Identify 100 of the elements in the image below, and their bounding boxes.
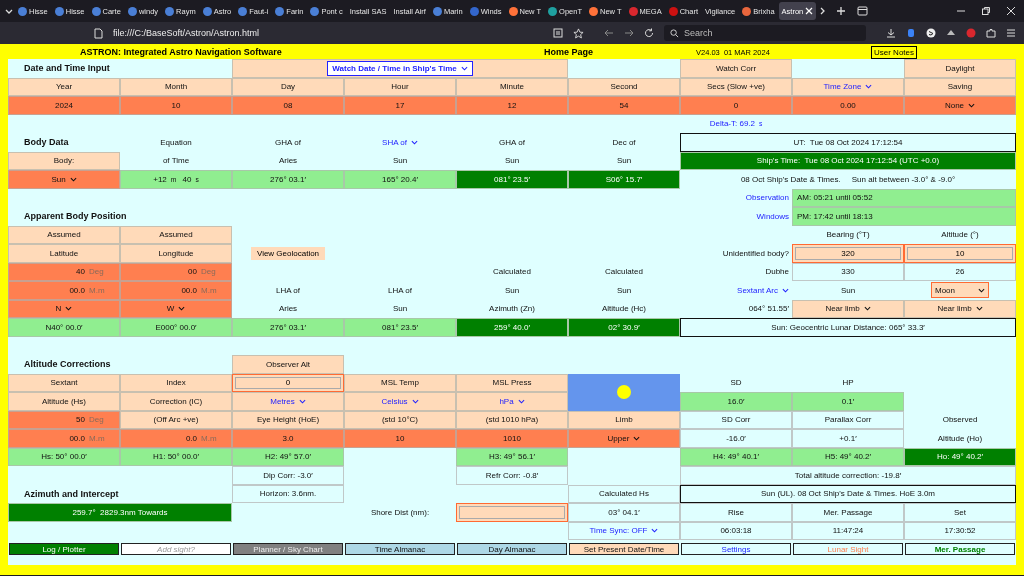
table-cell: Body:: [8, 151, 120, 170]
nav-button[interactable]: Time Almanac: [345, 543, 455, 555]
table-cell: PM: 17:42 until 18:13: [792, 207, 1016, 226]
label: Altitude (Hc): [601, 303, 647, 316]
dropdown[interactable]: Near limb: [904, 299, 1016, 318]
table-cell: Sextant: [8, 373, 120, 392]
value-text: 00.0: [180, 285, 197, 295]
section-heading: Apparent Body Position: [23, 210, 128, 224]
table-cell: MSL Temp: [344, 373, 456, 392]
table-cell: Set: [904, 503, 1016, 522]
dropdown[interactable]: Time Zone: [823, 82, 873, 92]
input-field[interactable]: 320: [795, 247, 901, 260]
url-field[interactable]: file:///C:/BaseSoft/Astron/Astron.html: [113, 28, 543, 38]
table-cell: 330: [792, 262, 904, 281]
label: Aries: [277, 303, 299, 316]
label: Sun: [503, 155, 521, 168]
nav-button[interactable]: Day Almanac: [457, 543, 567, 555]
app-title: ASTRON: Integrated Astro Navigation Software: [80, 47, 283, 57]
input-field[interactable]: 0: [235, 376, 341, 389]
unit-label: M.m: [89, 433, 106, 443]
table-cell: 081° 23.5′: [344, 318, 456, 337]
table-cell: 3.0: [232, 429, 344, 448]
table-cell: +0.1′: [792, 429, 904, 448]
nav-button[interactable]: Planner / Sky Chart: [233, 543, 343, 555]
unit-label: M.m: [89, 285, 106, 295]
table-cell: 2024: [8, 96, 120, 115]
dropdown[interactable]: Moon: [931, 282, 989, 299]
table-cell: 11:47:24: [792, 521, 904, 540]
user-notes-button[interactable]: User Notes: [871, 45, 917, 59]
label: Sun: [615, 284, 633, 297]
table-cell: MSL Press: [456, 373, 568, 392]
label: SD: [729, 377, 743, 390]
table-cell: SD Corr: [680, 410, 792, 429]
dropdown[interactable]: Metres: [270, 396, 306, 406]
dropdown[interactable]: SHA of: [382, 137, 418, 147]
unit-label: Deg: [89, 415, 105, 425]
table-cell: 12: [456, 96, 568, 115]
table-cell: 10: [344, 429, 456, 448]
label: GHA of: [274, 136, 302, 149]
nav-button[interactable]: Settings: [681, 543, 791, 555]
dropdown[interactable]: Near limb: [792, 299, 904, 318]
table-cell: Calculated Hs: [568, 484, 680, 503]
value-text: 00.0: [68, 285, 85, 295]
table-cell: Correction (IC): [120, 392, 232, 411]
value-text: 40: [75, 267, 85, 277]
input-field[interactable]: 10: [907, 247, 1013, 260]
table-cell: 259° 40.0′: [456, 318, 568, 337]
dropdown[interactable]: Time Sync: OFF: [589, 526, 659, 536]
table-cell: AM: 05:21 until 05:52: [792, 188, 1016, 207]
nav-button[interactable]: Log / Plotter: [9, 543, 119, 555]
table-cell: -16.0′: [680, 429, 792, 448]
unit-label: Deg: [201, 267, 217, 277]
table-cell: 03° 04.1′: [568, 503, 680, 522]
section-heading: Azimuth and Intercept: [23, 487, 120, 501]
link[interactable]: Observation: [680, 188, 792, 207]
search-field[interactable]: Search: [664, 25, 866, 41]
info-banner: Sun: Geocentric Lunar Distance: 065° 33.3′: [680, 318, 1016, 337]
info-banner: UT: Tue 08 Oct 2024 17:12:54: [680, 133, 1016, 152]
dropdown[interactable]: Celsius: [381, 396, 419, 406]
label: Altitude (°): [940, 229, 980, 242]
nav-button[interactable]: Set Present Date/Time: [569, 543, 679, 555]
table-cell: 10: [120, 96, 232, 115]
nav-button[interactable]: Mer. Passage: [905, 543, 1015, 555]
table-cell: 0: [680, 96, 792, 115]
label: LHA of: [387, 284, 413, 297]
dropdown[interactable]: Upper: [568, 429, 680, 448]
value-text: 00.0: [68, 433, 85, 443]
dropdown[interactable]: Sun: [8, 170, 120, 189]
table-cell: 16.0′: [680, 392, 792, 411]
table-cell: Ho: 49° 40.2′: [904, 447, 1016, 466]
value-text: 00: [187, 267, 197, 277]
label: Calculated: [604, 266, 644, 279]
label: Azimuth (Zn): [488, 303, 536, 316]
table-cell: Assumed: [120, 225, 232, 244]
label: Dubhe: [764, 266, 790, 279]
table-cell: Longitude: [120, 244, 232, 263]
label: Sun: [391, 303, 409, 316]
table-cell: Second: [568, 77, 680, 96]
dropdown[interactable]: hPa: [499, 396, 525, 406]
table-cell: 165° 20.4′: [344, 170, 456, 189]
geolocation-button[interactable]: View Geolocation: [250, 246, 326, 260]
unit-label: Deg: [89, 267, 105, 277]
dropdown[interactable]: Watch Date / Time in Ship's Time: [327, 60, 473, 76]
table-cell: Parallax Corr: [792, 410, 904, 429]
label: Sun: [615, 155, 633, 168]
label: Sun: [503, 284, 521, 297]
dropdown[interactable]: Sextant Arc: [737, 285, 789, 295]
table-cell: S06° 15.7′: [568, 170, 680, 189]
table-cell: 0.00: [792, 96, 904, 115]
section-heading: Date and Time Input: [23, 62, 111, 76]
table-cell: Horizon: 3.6nm.: [232, 484, 344, 503]
link[interactable]: Windows: [680, 207, 792, 226]
table-cell: Daylight: [904, 59, 1016, 78]
table-cell: 06:03:18: [680, 521, 792, 540]
table-cell: Total altitude correction: -19.8′: [680, 466, 1016, 485]
label: Shore Dist (nm):: [369, 506, 431, 519]
section-heading: Body Data: [23, 136, 70, 150]
table-cell: N40° 00.0′: [8, 318, 120, 337]
table-cell: 081° 23.5′: [456, 170, 568, 189]
dropdown[interactable]: None: [904, 96, 1016, 115]
